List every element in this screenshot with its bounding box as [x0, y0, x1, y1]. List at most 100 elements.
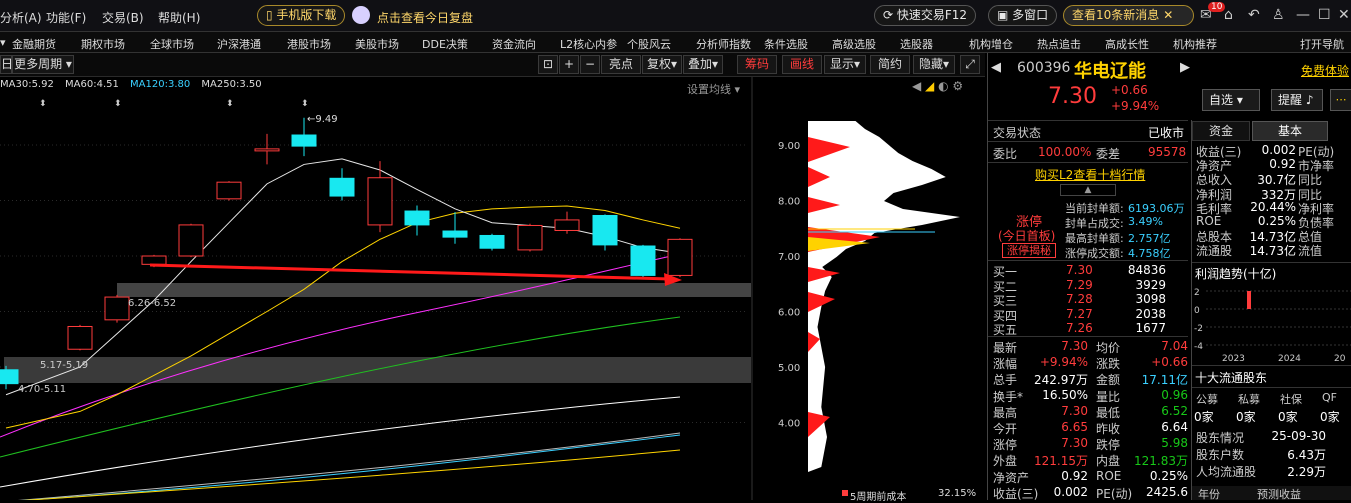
nav-item[interactable]: 金融期货 — [12, 36, 56, 52]
holder-row-value: 2.29万 — [1287, 465, 1326, 479]
bid-volume: 2038 — [1135, 306, 1166, 321]
limit-info-label: 当前封单额: — [1065, 202, 1124, 215]
draw-button[interactable]: 画线 — [782, 55, 822, 74]
fund-label: 净利润 — [1196, 187, 1233, 202]
nav-item[interactable]: 沪深港通 — [217, 36, 261, 52]
more-period-button[interactable]: 更多周期 ▾ — [12, 55, 74, 74]
limit-up-sub: (今日首板) — [998, 229, 1056, 243]
tab-basic[interactable]: 基本 — [1252, 121, 1328, 141]
chips-button[interactable]: 筹码 — [737, 55, 777, 74]
nav-item[interactable]: 高成长性 — [1105, 36, 1149, 52]
candle-body — [0, 369, 19, 385]
limit-info-value: 4.758亿 — [1128, 247, 1171, 260]
nav-item[interactable]: 条件选股 — [764, 36, 808, 52]
limit-info-label: 封单占成交: — [1065, 217, 1124, 230]
nav-item[interactable]: 资金流向 — [492, 36, 536, 52]
moving-averages — [0, 158, 681, 500]
quick-trade-button[interactable]: ⟳ 快速交易F12 — [874, 5, 977, 26]
ma-line — [22, 434, 681, 500]
chip-cost-label: 5周期前成本 — [850, 492, 907, 503]
holder-col: QF — [1322, 391, 1337, 404]
nav-item[interactable]: 分析师指数 — [696, 36, 751, 52]
highlight-button[interactable]: 亮点 — [601, 55, 641, 74]
back-icon[interactable]: ↶ — [1248, 7, 1260, 23]
quote-panel: ◀ 600396 华电辽能 ▶ 免费体验 7.30 +0.66 +9.94% 自… — [987, 53, 1351, 501]
mobile-download-button[interactable]: ▯ 手机版下载 — [257, 5, 346, 26]
menu-function[interactable]: 功能(F) — [46, 9, 86, 26]
nav-item[interactable]: 美股市场 — [355, 36, 399, 52]
chevron-right-icon[interactable]: ▶ — [1180, 60, 1190, 75]
candle-body — [67, 325, 93, 350]
adjust-button[interactable]: 复权▾ — [642, 55, 682, 74]
limit-up-reveal-button[interactable]: 涨停揭秘 — [1002, 243, 1056, 258]
minimize-icon[interactable]: — — [1296, 7, 1310, 23]
daily-replay-link[interactable]: 点击查看今日复盘 — [377, 9, 473, 26]
event-marker: ⬍ — [301, 99, 309, 109]
zoom-in-icon[interactable]: + — [559, 55, 579, 74]
fund-value: 332万 — [1261, 187, 1296, 202]
multi-window-button[interactable]: ▣ 多窗口 — [988, 5, 1058, 26]
expand-icon[interactable]: ⤢ — [960, 55, 980, 74]
open-nav-link[interactable]: 打开导航 — [1300, 36, 1344, 52]
nav-item[interactable]: L2核心内参 — [560, 36, 617, 52]
l2-quote-link[interactable]: 购买L2查看十档行情 — [1035, 166, 1145, 182]
overlay-button[interactable]: 叠加▾ — [683, 55, 723, 74]
wc-value: 95578 — [1148, 145, 1187, 159]
fund-label: 毛利率 — [1196, 201, 1233, 216]
more-icon[interactable]: ⋯ — [1330, 89, 1351, 111]
y-tick-label: 6.00 — [778, 308, 800, 319]
profit-x-tick: 2023 — [1222, 354, 1245, 363]
window-close-icon[interactable]: ✕ — [1338, 7, 1350, 23]
chevron-left-icon[interactable]: ◀ — [991, 60, 1001, 75]
stat-label: 最新 — [993, 341, 1018, 355]
stat-value: 17.11亿 — [1141, 373, 1188, 388]
zoom-out-icon[interactable]: − — [580, 55, 600, 74]
remind-button[interactable]: 提醒 ♪ — [1271, 89, 1323, 111]
nav-item[interactable]: 高级选股 — [832, 36, 876, 52]
home-icon[interactable]: ⌂ — [1224, 7, 1233, 23]
nav-item[interactable]: 热点追击 — [1037, 36, 1081, 52]
fit-icon[interactable]: ⊡ — [538, 55, 558, 74]
kline-chart[interactable]: 9.00 8.00 7.00 6.00 5.00 4.00 ←9.49 6.26-6.52 5… — [0, 77, 985, 500]
stat-label: ROE — [1096, 468, 1122, 483]
nav-item[interactable]: 全球市场 — [150, 36, 194, 52]
bid-price: 7.28 — [1066, 292, 1093, 306]
nav-item[interactable]: DDE决策 — [422, 36, 468, 52]
self-select-button[interactable]: 自选 ▾ — [1202, 89, 1260, 111]
simple-button[interactable]: 简约 — [870, 55, 910, 74]
chip-tools-icons[interactable]: ◀ ◢ ◐ ⚙ — [912, 79, 963, 93]
holder-val: 0家 — [1278, 410, 1298, 424]
menu-analysis[interactable]: 分析(A) — [0, 9, 42, 26]
nav-item[interactable]: 港股市场 — [287, 36, 331, 52]
collapse-icon[interactable]: ▲ — [1060, 184, 1116, 196]
fund-value: 14.73亿 — [1249, 244, 1296, 259]
tab-funds[interactable]: 资金 — [1192, 121, 1250, 141]
nav-item[interactable]: 机构推荐 — [1173, 36, 1217, 52]
market-nav: ▾ 金融期货 期权市场 全球市场 沪深港通 港股市场 美股市场 DDE决策 资金… — [0, 32, 1351, 53]
nav-item[interactable]: 机构增仓 — [969, 36, 1013, 52]
menu-trade[interactable]: 交易(B) — [102, 9, 144, 26]
ma-line — [17, 432, 681, 500]
nav-item[interactable]: 个股风云 — [627, 36, 671, 52]
hide-button[interactable]: 隐藏▾ — [913, 55, 955, 74]
holder-col: 公募 — [1196, 393, 1218, 406]
stat-value: 5.98 — [1161, 436, 1188, 451]
free-trial-link[interactable]: 免费体验 — [1301, 62, 1349, 79]
event-marker: ⬍ — [39, 99, 47, 109]
set-ma-link[interactable]: 设置均线 ▾ — [687, 81, 740, 97]
maximize-icon[interactable]: ☐ — [1318, 7, 1331, 23]
trend-arrow-line — [149, 263, 671, 281]
shirt-icon[interactable]: ♙ — [1272, 7, 1285, 23]
candle-body — [630, 245, 656, 276]
bid-volume: 1677 — [1135, 321, 1166, 335]
nav-item[interactable]: 期权市场 — [81, 36, 125, 52]
nav-item[interactable]: 选股器 — [900, 36, 933, 52]
profit-trend-chart: 20-2-42023 2024 20 — [1194, 288, 1351, 363]
profit-trend-title: 利润趋势(十亿) — [1195, 267, 1277, 281]
limit-info-label: 涨停成交额: — [1065, 247, 1124, 260]
period-day-button[interactable]: 日 — [0, 55, 13, 74]
display-button[interactable]: 显示▾ — [824, 55, 866, 74]
menu-help[interactable]: 帮助(H) — [158, 9, 200, 26]
news-button[interactable]: 查看10条新消息 ✕ — [1063, 5, 1194, 26]
close-icon[interactable]: ✕ — [1163, 8, 1173, 22]
